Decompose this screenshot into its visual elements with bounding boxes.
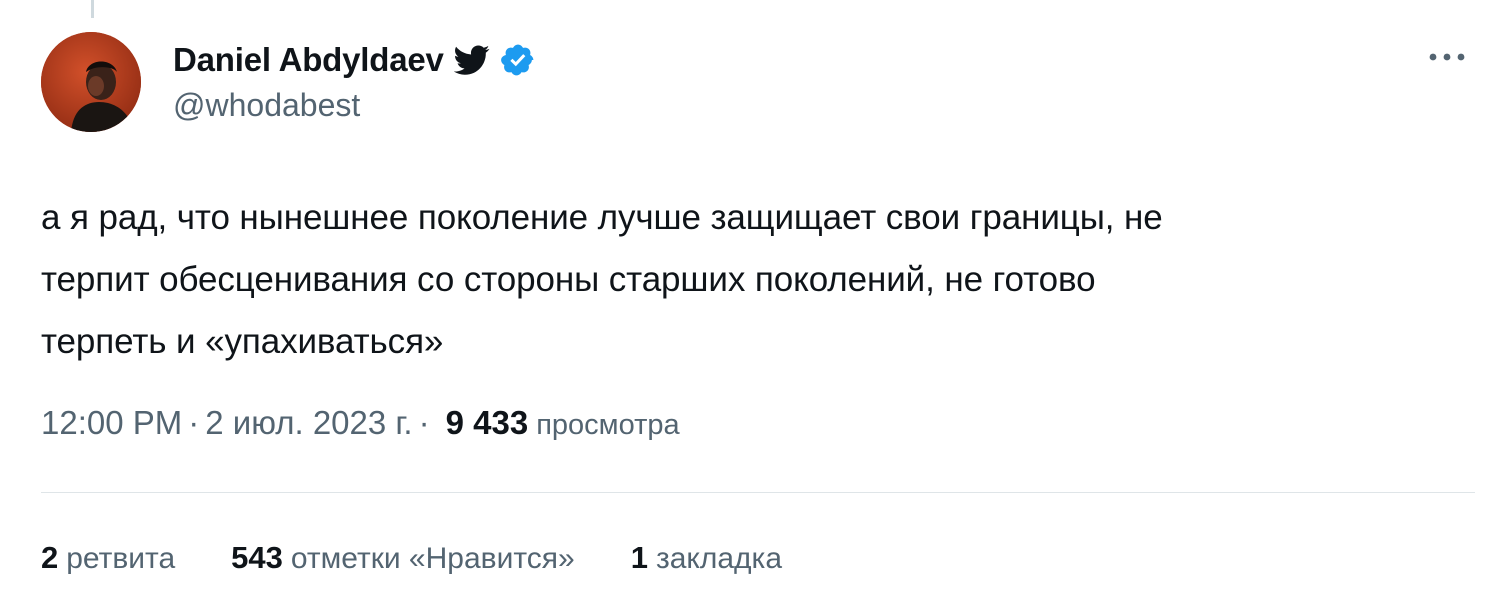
author-display-name[interactable]: Daniel Abdyldaev — [173, 41, 444, 79]
divider — [41, 492, 1475, 493]
retweets-stat[interactable]: 2 ретвита — [41, 540, 175, 576]
avatar[interactable] — [41, 32, 141, 132]
twitter-bird-icon — [453, 42, 490, 78]
tweet-text-line: терпит обесценивания со стороны старших … — [41, 260, 1096, 299]
likes-label: отметки «Нравится» — [290, 542, 575, 575]
author-handle[interactable]: @whodabest — [173, 87, 360, 124]
thread-connector-line — [91, 0, 94, 18]
more-horizontal-icon — [1429, 53, 1465, 61]
verified-badge-icon[interactable] — [500, 42, 536, 78]
meta-separator: · — [418, 404, 430, 441]
views-count: 9 433 — [445, 404, 529, 441]
tweet-text: а я рад, что нынешнее поколение лучше за… — [41, 187, 1441, 373]
bookmarks-label: закладка — [655, 542, 783, 575]
author-name-row: Daniel Abdyldaev — [173, 38, 536, 82]
tweet-meta: 12:00 PM · 2 июл. 2023 г. · 9 433 просмо… — [41, 404, 680, 442]
tweet-text-line: терпеть и «упахиваться» — [41, 322, 444, 361]
meta-separator: · — [188, 404, 200, 441]
more-options-button[interactable] — [1422, 40, 1472, 74]
tweet-date[interactable]: 2 июл. 2023 г. — [205, 404, 412, 442]
likes-count: 543 — [231, 540, 283, 575]
retweets-count: 2 — [41, 540, 59, 575]
tweet-time[interactable]: 12:00 PM — [41, 404, 182, 442]
bookmarks-stat[interactable]: 1 закладка — [631, 540, 782, 576]
retweets-label: ретвита — [66, 542, 176, 575]
tweet-text-line: а я рад, что нынешнее поколение лучше за… — [41, 198, 1163, 237]
views-label: просмотра — [536, 409, 680, 441]
tweet-stats: 2 ретвита 543 отметки «Нравится» 1 закла… — [41, 540, 782, 576]
bookmarks-count: 1 — [630, 540, 648, 575]
likes-stat[interactable]: 543 отметки «Нравится» — [231, 540, 575, 576]
